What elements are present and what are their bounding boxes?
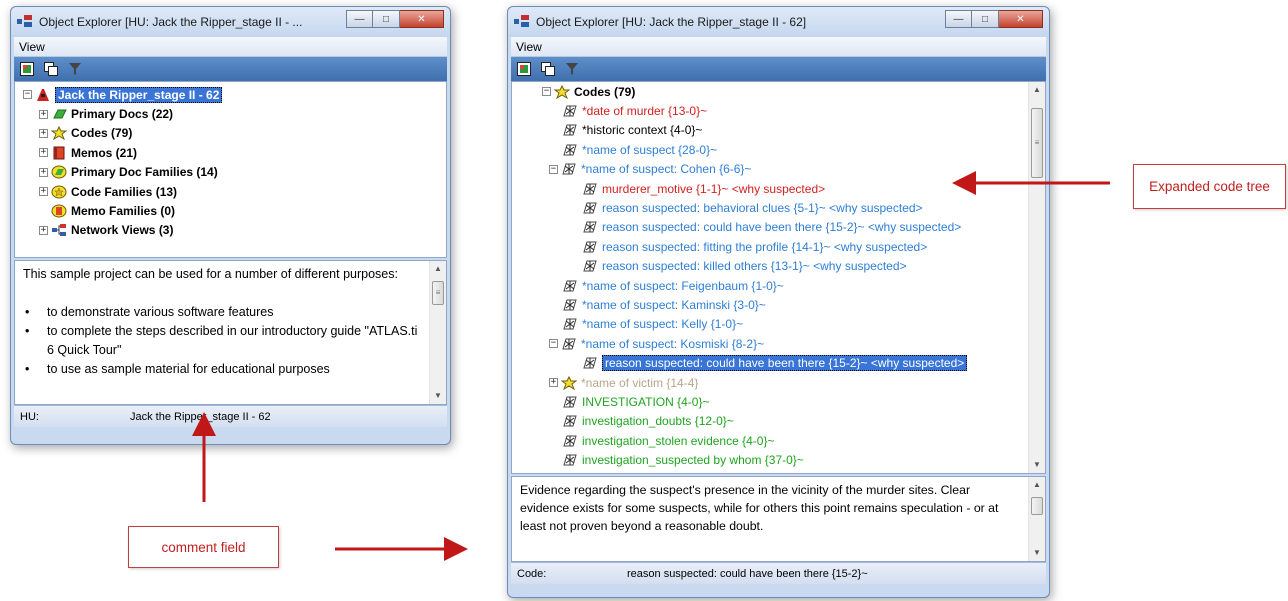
- annotation-comment-field: comment field: [128, 526, 279, 568]
- annotation-arrows: [192, 171, 1110, 561]
- annotation-expanded-code-tree: Expanded code tree: [1133, 164, 1286, 209]
